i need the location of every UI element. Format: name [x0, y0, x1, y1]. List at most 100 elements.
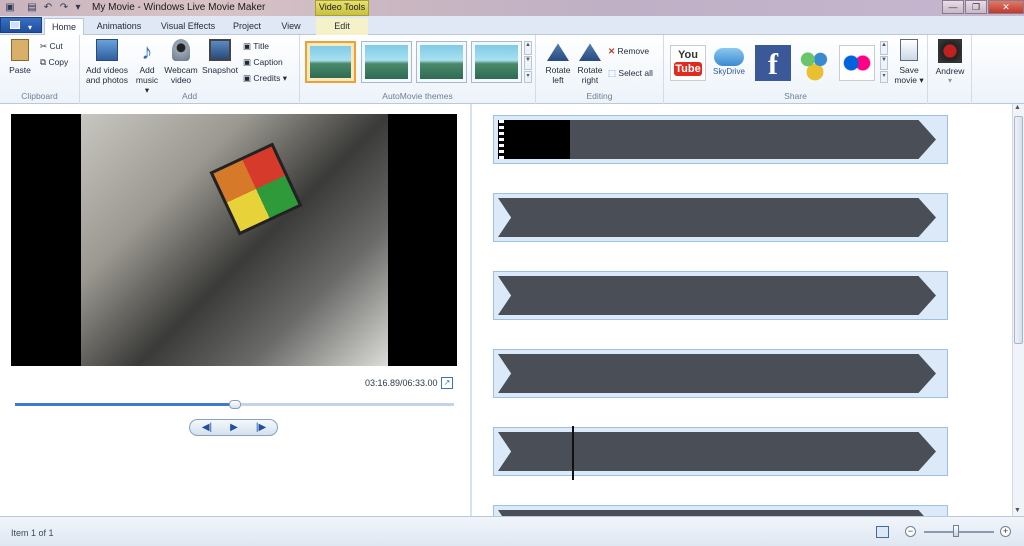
skydrive-label: SkyDrive [712, 67, 745, 76]
playhead[interactable] [572, 426, 574, 480]
webcam-video-button[interactable]: Webcam video [163, 39, 199, 85]
scrollbar-thumb[interactable] [1014, 116, 1023, 344]
save-movie-label-2: movie ▾ [894, 75, 924, 85]
zoom-in-button[interactable]: + [1000, 526, 1011, 537]
previous-frame-button[interactable]: ◀| [194, 421, 220, 435]
select-all-button[interactable]: ⬚ Select all [608, 68, 653, 78]
themes-group-label: AutoMovie themes [382, 91, 453, 101]
theme-2[interactable] [361, 41, 412, 83]
storyboard[interactable] [472, 104, 1012, 516]
cut-button[interactable]: ✂ Cut [40, 41, 63, 51]
rotate-right-label: Rotate [577, 65, 603, 75]
theme-1[interactable] [305, 41, 356, 83]
seek-progress [15, 403, 235, 406]
gallery-more-button[interactable]: ▾ [524, 71, 532, 83]
storyboard-scrollbar[interactable]: ▲ ▼ [1012, 104, 1024, 516]
add-videos-label: Add videos [85, 65, 129, 75]
youtube-button[interactable]: You Tube [670, 45, 706, 81]
caption-button[interactable]: ▣ Caption [243, 57, 283, 67]
next-frame-button[interactable]: |▶ [248, 421, 274, 435]
webcam-label: Webcam [164, 65, 198, 75]
add-group: Add videos and photos ♪ Add music ▾ Webcam… [80, 35, 300, 104]
storyboard-clip[interactable] [493, 193, 948, 242]
rotate-right-icon [579, 43, 601, 61]
cut-label: Cut [49, 41, 63, 51]
zoom-slider[interactable] [924, 531, 994, 533]
zoom-out-button[interactable]: − [905, 526, 916, 537]
clip-strip [498, 432, 936, 471]
status-text: Item 1 of 1 [11, 528, 54, 538]
credits-icon: ▣ [243, 73, 254, 83]
expand-preview-icon[interactable]: ↗ [441, 377, 453, 389]
app-menu-icon[interactable]: ▣ [4, 2, 16, 14]
tab-home[interactable]: Home [44, 18, 84, 35]
undo-icon[interactable]: ↶ [42, 2, 54, 14]
facebook-button[interactable]: f [755, 45, 791, 81]
clip-thumbnail [498, 120, 570, 159]
snapshot-label: Snapshot [202, 65, 238, 75]
flickr-button[interactable] [839, 45, 875, 81]
remove-button[interactable]: ✕ Remove [608, 46, 649, 56]
caption-icon: ▣ [243, 57, 254, 67]
close-button[interactable]: ✕ [988, 0, 1024, 14]
tab-animations[interactable]: Animations [90, 18, 148, 35]
zoom-slider-thumb[interactable] [952, 525, 959, 537]
skydrive-button[interactable]: SkyDrive [711, 45, 747, 81]
rotate-left-button[interactable]: Rotate left [541, 39, 575, 85]
snapshot-button[interactable]: Snapshot [200, 39, 240, 75]
status-bar: Item 1 of 1 − + [0, 516, 1024, 546]
share-gallery-down-button[interactable]: ▼ [880, 56, 888, 70]
gallery-up-button[interactable]: ▲ [524, 41, 532, 55]
ribbon: Paste ✂ Cut ⧉ Copy Clipboard Add videos a… [0, 35, 1024, 104]
tab-edit[interactable]: Edit [316, 18, 368, 35]
theme-3[interactable] [416, 41, 467, 83]
storyboard-clip[interactable] [493, 115, 948, 164]
rotate-right-button[interactable]: Rotate right [573, 39, 607, 85]
restore-button[interactable]: ❐ [965, 0, 987, 14]
tab-project[interactable]: Project [227, 18, 267, 35]
storyboard-clip[interactable] [493, 349, 948, 398]
share-group: You Tube SkyDrive f ▲ ▼ ▾ Save movie ▾ Sh… [664, 35, 928, 104]
scroll-down-arrow-icon[interactable]: ▼ [1014, 507, 1021, 514]
storyboard-clip[interactable] [493, 271, 948, 320]
storyboard-clip[interactable] [493, 426, 948, 480]
tab-view[interactable]: View [274, 18, 308, 35]
title-button[interactable]: ▣ Title [243, 41, 269, 51]
select-all-icon: ⬚ [608, 68, 619, 78]
add-videos-button[interactable]: Add videos and photos [83, 39, 131, 85]
share-gallery-more-button[interactable]: ▾ [880, 71, 888, 83]
minimize-button[interactable]: — [942, 0, 964, 14]
rotate-left-label: Rotate [545, 65, 571, 75]
tab-visual-effects[interactable]: Visual Effects [154, 18, 222, 35]
rotate-right-label-2: right [581, 75, 599, 85]
facebook-icon: f [768, 48, 778, 81]
share-gallery-up-button[interactable]: ▲ [880, 41, 888, 55]
storyboard-view-icon[interactable] [876, 526, 889, 538]
seek-thumb[interactable] [228, 400, 241, 409]
credits-button[interactable]: ▣ Credits ▾ [243, 73, 287, 83]
windows-live-people-button[interactable] [797, 45, 833, 81]
account-button[interactable]: Andrew ▾ [932, 39, 968, 86]
theme-4[interactable] [471, 41, 522, 83]
customize-icon[interactable]: ▾ [72, 2, 84, 14]
scroll-up-arrow-icon[interactable]: ▲ [1014, 104, 1021, 111]
paste-button[interactable]: Paste [6, 39, 34, 75]
save-icon[interactable]: ▤ [26, 2, 38, 14]
file-menu-button[interactable]: ▾ [0, 17, 42, 33]
file-menu-icon [10, 21, 20, 29]
copy-button[interactable]: ⧉ Copy [40, 57, 68, 67]
play-button[interactable]: ▶ [221, 421, 247, 435]
gallery-down-button[interactable]: ▼ [524, 56, 532, 70]
save-movie-button[interactable]: Save movie ▾ [892, 39, 926, 85]
storyboard-clip[interactable] [493, 505, 948, 516]
webcam-icon [172, 39, 190, 61]
rotate-left-icon [547, 43, 569, 61]
theme-4-thumbnail [475, 45, 518, 79]
user-name: Andrew [935, 66, 965, 76]
ribbon-tabs: ▾ Home Animations Visual Effects Project… [0, 16, 1024, 35]
video-preview[interactable] [11, 114, 457, 366]
account-chevron-down-icon: ▾ [947, 76, 952, 85]
seek-bar[interactable] [15, 400, 454, 409]
redo-icon[interactable]: ↷ [58, 2, 70, 14]
add-music-button[interactable]: ♪ Add music ▾ [133, 39, 161, 95]
